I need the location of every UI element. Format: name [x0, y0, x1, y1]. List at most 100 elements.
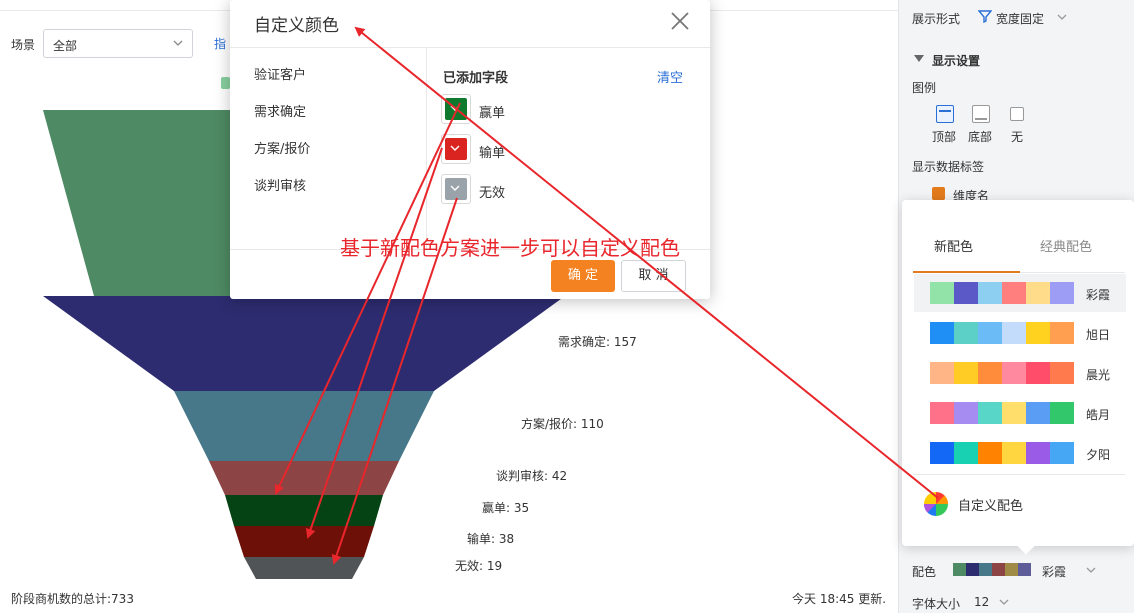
color-swatch — [930, 402, 954, 424]
color-swatch — [1026, 362, 1050, 384]
chevron-down-icon[interactable] — [1056, 11, 1068, 23]
palette-scheme-row[interactable]: 旭日 — [914, 314, 1126, 352]
dialog-column-divider — [426, 47, 427, 249]
funnel-stage-label: 无效: 19 — [455, 558, 502, 573]
color-swatch — [978, 282, 1002, 304]
field-name: 赢单 — [479, 106, 506, 121]
color-swatch — [1026, 402, 1050, 424]
palette-scheme-row[interactable]: 晨光 — [914, 354, 1126, 392]
legend-bottom-option[interactable] — [970, 103, 992, 125]
palette-popover: 新配色 经典配色 彩霞旭日晨光皓月夕阳 自定义配色 — [902, 200, 1134, 555]
color-swatch — [1002, 442, 1026, 464]
palette-scheme-row[interactable]: 皓月 — [914, 394, 1126, 432]
color-swatch — [1050, 322, 1074, 344]
funnel-stage[interactable] — [174, 391, 434, 461]
field-name: 无效 — [479, 186, 506, 201]
color-swatch — [954, 362, 978, 384]
custom-palette-label[interactable]: 自定义配色 — [958, 495, 1023, 514]
added-fields-title: 已添加字段 — [443, 71, 509, 86]
funnel-stage[interactable] — [43, 296, 565, 391]
color-swatch — [1002, 362, 1026, 384]
popover-divider — [913, 474, 1125, 475]
color-swatch — [954, 282, 978, 304]
color-swatch — [978, 362, 1002, 384]
color-swatch — [966, 563, 979, 576]
legend-none-option[interactable] — [1006, 103, 1028, 125]
color-swatch — [1018, 563, 1031, 576]
color-picker-button[interactable] — [441, 174, 471, 204]
field-row: 输单 — [441, 134, 641, 164]
palette-scheme-row[interactable]: 彩霞 — [914, 274, 1126, 312]
custom-palette-icon[interactable] — [924, 492, 948, 516]
funnel-stage[interactable] — [234, 526, 374, 557]
palette-scheme-name: 晨光 — [1086, 368, 1111, 382]
dialog-header-divider — [230, 47, 710, 48]
color-swatch — [978, 442, 1002, 464]
chevron-down-icon — [450, 185, 460, 191]
color-swatch — [978, 322, 1002, 344]
chevron-down-icon[interactable] — [998, 596, 1010, 608]
tab-new-palette[interactable]: 新配色 — [934, 236, 973, 255]
close-icon[interactable] — [668, 9, 692, 33]
legend-bottom-label: 底部 — [968, 130, 993, 144]
legend-top-option[interactable] — [934, 103, 956, 125]
legend-label: 图例 — [912, 81, 937, 95]
palette-scheme-name: 彩霞 — [1086, 288, 1111, 302]
color-swatch — [954, 402, 978, 424]
color-swatch — [1026, 442, 1050, 464]
stage-item[interactable]: 验证客户 — [254, 64, 306, 83]
chevron-down-icon[interactable] — [1085, 564, 1097, 576]
color-swatch — [953, 563, 966, 576]
color-swatch — [1050, 402, 1074, 424]
dimension-name-checkbox[interactable] — [932, 187, 945, 200]
stage-item[interactable]: 方案/报价 — [254, 138, 310, 157]
clear-button[interactable]: 清空 — [657, 67, 683, 86]
stage-item[interactable]: 谈判审核 — [254, 175, 306, 194]
palette-swatches — [930, 362, 1074, 384]
funnel-stage-label: 谈判审核: 42 — [496, 468, 567, 483]
chevron-down-icon — [450, 105, 460, 111]
palette-scheme-row[interactable]: 夕阳 — [914, 434, 1126, 472]
palette-swatches — [930, 322, 1074, 344]
color-swatch — [1026, 322, 1050, 344]
legend-top-label: 顶部 — [932, 130, 957, 144]
font-size-value[interactable]: 12 — [974, 595, 989, 609]
tab-classic-palette[interactable]: 经典配色 — [1040, 236, 1092, 255]
stage-item[interactable]: 需求确定 — [254, 101, 306, 120]
palette-swatches — [930, 442, 1074, 464]
funnel-stage-label: 需求确定: 157 — [558, 334, 637, 349]
color-swatch — [979, 563, 992, 576]
color-swatch — [1026, 282, 1050, 304]
funnel-stage[interactable] — [244, 557, 364, 579]
color-swatch — [954, 322, 978, 344]
field-row: 无效 — [441, 174, 641, 204]
palette-scheme-name: 夕阳 — [1086, 448, 1111, 462]
funnel-stage-label: 赢单: 35 — [482, 500, 529, 515]
color-picker-button[interactable] — [441, 94, 471, 124]
funnel-icon — [978, 10, 992, 23]
color-picker-button[interactable] — [441, 134, 471, 164]
palette-label: 配色 — [912, 565, 937, 579]
color-swatch — [930, 362, 954, 384]
funnel-stage-label: 输单: 38 — [467, 531, 514, 546]
color-swatch — [930, 282, 954, 304]
color-swatch — [1050, 282, 1074, 304]
cancel-button[interactable]: 取 消 — [621, 260, 686, 292]
color-swatch — [1002, 322, 1026, 344]
color-swatch — [992, 563, 1005, 576]
confirm-button[interactable]: 确 定 — [551, 260, 615, 292]
annotation-text: 基于新配色方案进一步可以自定义配色 — [340, 236, 680, 260]
chevron-down-icon — [450, 145, 460, 151]
color-swatch — [1050, 442, 1074, 464]
current-palette-preview[interactable] — [953, 563, 1031, 576]
palette-swatches — [930, 402, 1074, 424]
funnel-stage[interactable] — [225, 495, 383, 526]
palette-value[interactable]: 彩霞 — [1042, 563, 1066, 580]
legend-none-label: 无 — [1011, 130, 1024, 144]
field-name: 输单 — [479, 146, 506, 161]
width-mode[interactable]: 宽度固定 — [996, 10, 1044, 27]
funnel-stage[interactable] — [209, 461, 399, 495]
funnel-stage-label: 方案/报价: 110 — [521, 416, 604, 431]
color-swatch — [1050, 362, 1074, 384]
collapse-triangle-icon[interactable] — [914, 55, 924, 63]
